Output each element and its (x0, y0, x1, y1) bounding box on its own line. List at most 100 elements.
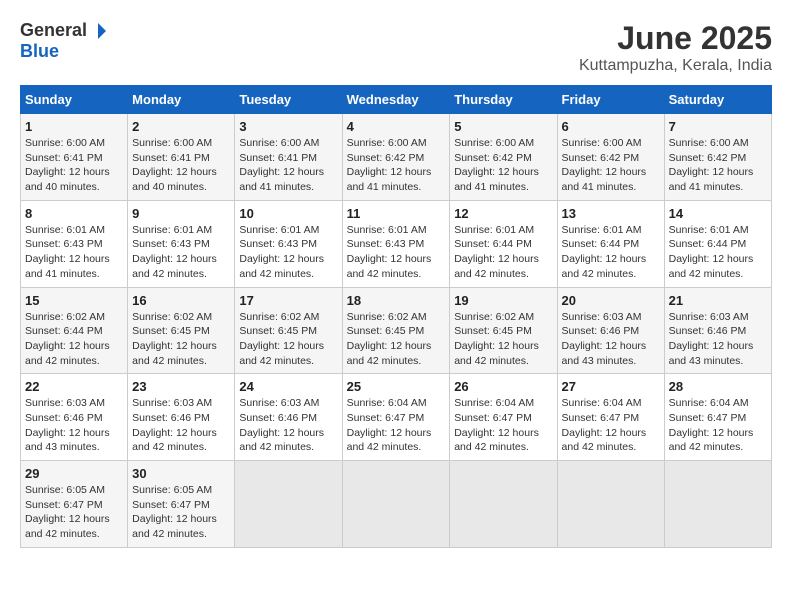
day-number: 5 (454, 119, 552, 134)
day-info: Sunrise: 6:03 AMSunset: 6:46 PMDaylight:… (239, 396, 337, 455)
calendar-cell: 24Sunrise: 6:03 AMSunset: 6:46 PMDayligh… (235, 374, 342, 461)
calendar-table: SundayMondayTuesdayWednesdayThursdayFrid… (20, 85, 772, 548)
day-info: Sunrise: 6:02 AMSunset: 6:44 PMDaylight:… (25, 310, 123, 369)
day-info: Sunrise: 6:05 AMSunset: 6:47 PMDaylight:… (132, 483, 230, 542)
day-info: Sunrise: 6:01 AMSunset: 6:43 PMDaylight:… (347, 223, 446, 282)
calendar-week-row: 1 Sunrise: 6:00 AMSunset: 6:41 PMDaylight… (21, 114, 772, 201)
day-info: Sunrise: 6:04 AMSunset: 6:47 PMDaylight:… (669, 396, 767, 455)
day-info: Sunrise: 6:00 AMSunset: 6:41 PMDaylight:… (239, 136, 337, 195)
day-number: 18 (347, 293, 446, 308)
calendar-cell: 23 Sunrise: 6:03 AMSunset: 6:46 PMDayligh… (128, 374, 235, 461)
calendar-cell: 9Sunrise: 6:01 AMSunset: 6:43 PMDaylight… (128, 200, 235, 287)
day-number: 12 (454, 206, 552, 221)
day-info: Sunrise: 6:00 AMSunset: 6:42 PMDaylight:… (669, 136, 767, 195)
day-number: 28 (669, 379, 767, 394)
day-number: 21 (669, 293, 767, 308)
day-info: Sunrise: 6:00 AMSunset: 6:41 PMDaylight:… (132, 136, 230, 195)
day-number: 29 (25, 466, 123, 481)
day-number: 3 (239, 119, 337, 134)
day-number: 15 (25, 293, 123, 308)
day-number: 27 (562, 379, 660, 394)
calendar-cell: 17 Sunrise: 6:02 AMSunset: 6:45 PMDayligh… (235, 287, 342, 374)
calendar-cell: 26 Sunrise: 6:04 AMSunset: 6:47 PMDayligh… (450, 374, 557, 461)
calendar-cell: 15 Sunrise: 6:02 AMSunset: 6:44 PMDayligh… (21, 287, 128, 374)
day-info: Sunrise: 6:01 AMSunset: 6:43 PMDaylight:… (25, 223, 123, 282)
day-info: Sunrise: 6:03 AMSunset: 6:46 PMDaylight:… (562, 310, 660, 369)
day-info: Sunrise: 6:03 AMSunset: 6:46 PMDaylight:… (25, 396, 123, 455)
day-info: Sunrise: 6:02 AMSunset: 6:45 PMDaylight:… (239, 310, 337, 369)
calendar-cell (342, 461, 450, 548)
calendar-cell: 19 Sunrise: 6:02 AMSunset: 6:45 PMDayligh… (450, 287, 557, 374)
calendar-header-row: SundayMondayTuesdayWednesdayThursdayFrid… (21, 86, 772, 114)
day-number: 2 (132, 119, 230, 134)
calendar-cell (557, 461, 664, 548)
calendar-cell: 5 Sunrise: 6:00 AMSunset: 6:42 PMDaylight… (450, 114, 557, 201)
day-info: Sunrise: 6:03 AMSunset: 6:46 PMDaylight:… (132, 396, 230, 455)
day-number: 17 (239, 293, 337, 308)
day-info: Sunrise: 6:00 AMSunset: 6:42 PMDaylight:… (454, 136, 552, 195)
logo-flag-icon (89, 22, 107, 40)
calendar-week-row: 8 Sunrise: 6:01 AMSunset: 6:43 PMDaylight… (21, 200, 772, 287)
logo: General Blue (20, 20, 107, 62)
calendar-cell: 25 Sunrise: 6:04 AMSunset: 6:47 PMDayligh… (342, 374, 450, 461)
calendar-cell: 11Sunrise: 6:01 AMSunset: 6:43 PMDayligh… (342, 200, 450, 287)
weekday-header: Monday (128, 86, 235, 114)
calendar-cell: 22 Sunrise: 6:03 AMSunset: 6:46 PMDayligh… (21, 374, 128, 461)
calendar-cell: 18 Sunrise: 6:02 AMSunset: 6:45 PMDayligh… (342, 287, 450, 374)
day-info: Sunrise: 6:01 AMSunset: 6:43 PMDaylight:… (239, 223, 337, 282)
calendar-cell (235, 461, 342, 548)
day-number: 23 (132, 379, 230, 394)
calendar-cell: 21 Sunrise: 6:03 AMSunset: 6:46 PMDayligh… (664, 287, 771, 374)
calendar-cell: 29 Sunrise: 6:05 AMSunset: 6:47 PMDayligh… (21, 461, 128, 548)
weekday-header: Saturday (664, 86, 771, 114)
weekday-header: Friday (557, 86, 664, 114)
calendar-week-row: 29 Sunrise: 6:05 AMSunset: 6:47 PMDayligh… (21, 461, 772, 548)
title-area: June 2025 Kuttampuzha, Kerala, India (579, 20, 772, 75)
day-number: 25 (347, 379, 446, 394)
weekday-header: Tuesday (235, 86, 342, 114)
day-number: 13 (562, 206, 660, 221)
day-info: Sunrise: 6:04 AMSunset: 6:47 PMDaylight:… (562, 396, 660, 455)
calendar-cell: 3 Sunrise: 6:00 AMSunset: 6:41 PMDaylight… (235, 114, 342, 201)
day-info: Sunrise: 6:01 AMSunset: 6:44 PMDaylight:… (669, 223, 767, 282)
day-number: 22 (25, 379, 123, 394)
calendar-week-row: 15 Sunrise: 6:02 AMSunset: 6:44 PMDayligh… (21, 287, 772, 374)
day-info: Sunrise: 6:00 AMSunset: 6:41 PMDaylight:… (25, 136, 123, 195)
page-subtitle: Kuttampuzha, Kerala, India (579, 57, 772, 75)
day-number: 14 (669, 206, 767, 221)
calendar-cell: 28 Sunrise: 6:04 AMSunset: 6:47 PMDayligh… (664, 374, 771, 461)
day-number: 30 (132, 466, 230, 481)
day-info: Sunrise: 6:03 AMSunset: 6:46 PMDaylight:… (669, 310, 767, 369)
calendar-cell: 7Sunrise: 6:00 AMSunset: 6:42 PMDaylight… (664, 114, 771, 201)
day-info: Sunrise: 6:04 AMSunset: 6:47 PMDaylight:… (347, 396, 446, 455)
day-number: 1 (25, 119, 123, 134)
day-info: Sunrise: 6:01 AMSunset: 6:43 PMDaylight:… (132, 223, 230, 282)
day-number: 6 (562, 119, 660, 134)
calendar-cell: 2 Sunrise: 6:00 AMSunset: 6:41 PMDaylight… (128, 114, 235, 201)
calendar-cell: 27 Sunrise: 6:04 AMSunset: 6:47 PMDayligh… (557, 374, 664, 461)
day-number: 19 (454, 293, 552, 308)
day-info: Sunrise: 6:00 AMSunset: 6:42 PMDaylight:… (562, 136, 660, 195)
calendar-cell: 13 Sunrise: 6:01 AMSunset: 6:44 PMDayligh… (557, 200, 664, 287)
day-number: 26 (454, 379, 552, 394)
day-info: Sunrise: 6:05 AMSunset: 6:47 PMDaylight:… (25, 483, 123, 542)
logo-general: General (20, 20, 87, 41)
calendar-cell: 30 Sunrise: 6:05 AMSunset: 6:47 PMDayligh… (128, 461, 235, 548)
calendar-cell (450, 461, 557, 548)
day-info: Sunrise: 6:01 AMSunset: 6:44 PMDaylight:… (562, 223, 660, 282)
day-info: Sunrise: 6:00 AMSunset: 6:42 PMDaylight:… (347, 136, 446, 195)
day-info: Sunrise: 6:01 AMSunset: 6:44 PMDaylight:… (454, 223, 552, 282)
calendar-cell: 16Sunrise: 6:02 AMSunset: 6:45 PMDayligh… (128, 287, 235, 374)
day-info: Sunrise: 6:02 AMSunset: 6:45 PMDaylight:… (347, 310, 446, 369)
weekday-header: Sunday (21, 86, 128, 114)
page-title: June 2025 (579, 20, 772, 57)
day-info: Sunrise: 6:04 AMSunset: 6:47 PMDaylight:… (454, 396, 552, 455)
day-number: 16 (132, 293, 230, 308)
weekday-header: Wednesday (342, 86, 450, 114)
calendar-cell (664, 461, 771, 548)
day-info: Sunrise: 6:02 AMSunset: 6:45 PMDaylight:… (454, 310, 552, 369)
calendar-cell: 12 Sunrise: 6:01 AMSunset: 6:44 PMDayligh… (450, 200, 557, 287)
day-number: 10 (239, 206, 337, 221)
day-number: 4 (347, 119, 446, 134)
day-number: 8 (25, 206, 123, 221)
